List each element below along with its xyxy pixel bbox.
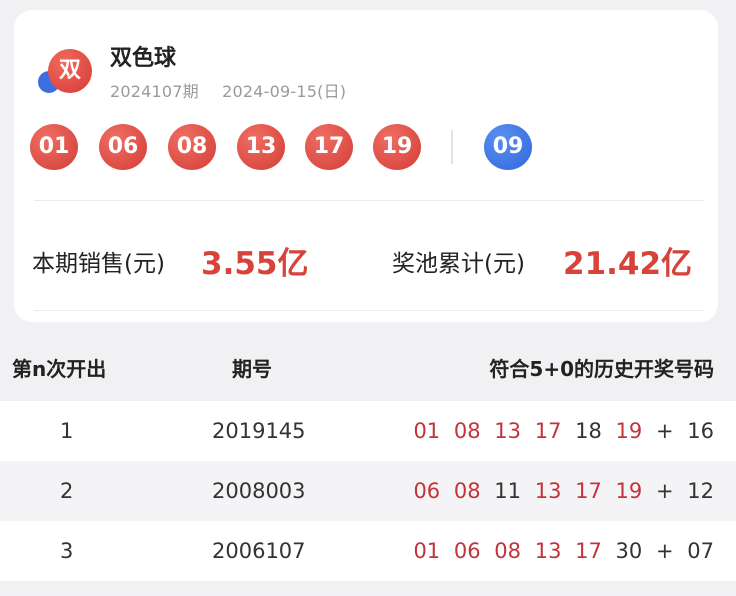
history-red-number: 08 bbox=[494, 539, 522, 563]
cell-issue: 2008003 bbox=[212, 479, 306, 503]
table-header: 第n次开出 期号 符合5+0的历史开奖号码 bbox=[0, 340, 736, 398]
history-red-number: 19 bbox=[615, 419, 643, 443]
history-blue-number: 12 bbox=[687, 479, 714, 503]
plus-sign: + bbox=[655, 479, 674, 503]
header-issue: 期号 bbox=[232, 357, 272, 381]
header-occurrence: 第n次开出 bbox=[12, 357, 107, 381]
section-divider bbox=[34, 200, 704, 201]
history-red-number: 13 bbox=[534, 479, 562, 503]
history-red-number: 13 bbox=[534, 539, 562, 563]
pool-value: 21.42亿 bbox=[563, 246, 693, 282]
history-red-number: 08 bbox=[453, 419, 481, 443]
plus-sign: + bbox=[655, 539, 674, 563]
history-red-number: 13 bbox=[494, 419, 522, 443]
red-ball: 19 bbox=[373, 124, 421, 170]
history-red-number: 08 bbox=[453, 479, 481, 503]
lottery-logo: 双 bbox=[38, 49, 98, 95]
history-red-number: 19 bbox=[615, 479, 643, 503]
table-row: 1 2019145 01 08 13 17 18 19 + 16 bbox=[0, 401, 736, 461]
lottery-subtitle: 2024107期 2024-09-15(日) bbox=[110, 78, 364, 102]
history-red-number: 17 bbox=[575, 539, 602, 563]
history-red-number: 17 bbox=[534, 419, 562, 443]
history-red-number: 06 bbox=[413, 479, 441, 503]
logo-red-ball: 双 bbox=[48, 49, 92, 93]
cell-issue: 2019145 bbox=[212, 419, 306, 443]
blue-ball: 09 bbox=[484, 124, 532, 170]
history-blue-number: 16 bbox=[687, 419, 714, 443]
table-row: 3 2006107 01 06 08 13 17 30 + 07 bbox=[0, 521, 736, 581]
cell-occurrence: 3 bbox=[60, 539, 74, 563]
history-red-number: 17 bbox=[575, 479, 602, 503]
red-ball: 06 bbox=[99, 124, 147, 170]
cell-occurrence: 1 bbox=[60, 419, 74, 443]
red-ball: 08 bbox=[168, 124, 216, 170]
red-ball: 13 bbox=[237, 124, 285, 170]
history-blue-number: 07 bbox=[687, 539, 714, 563]
lottery-title: 双色球 bbox=[110, 46, 177, 71]
table-row: 2 2008003 06 08 11 13 17 19 + 12 bbox=[0, 461, 736, 521]
red-ball: 01 bbox=[30, 124, 78, 170]
header-numbers: 符合5+0的历史开奖号码 bbox=[489, 357, 714, 381]
history-red-number: 11 bbox=[494, 479, 522, 503]
cell-numbers: 01 08 13 17 18 19 + 16 bbox=[406, 401, 714, 461]
cell-numbers: 01 06 08 13 17 30 + 07 bbox=[406, 521, 714, 581]
sales-label: 本期销售(元) bbox=[32, 251, 165, 277]
draw-date: 2024-09-15(日) bbox=[222, 82, 347, 101]
history-red-number: 01 bbox=[413, 539, 441, 563]
history-red-number: 06 bbox=[453, 539, 481, 563]
pool-label: 奖池累计(元) bbox=[392, 251, 525, 277]
sales-value: 3.55亿 bbox=[201, 246, 309, 282]
history-red-number: 01 bbox=[413, 419, 441, 443]
history-red-number: 18 bbox=[575, 419, 602, 443]
cell-issue: 2006107 bbox=[212, 539, 306, 563]
issue-number: 2024107期 bbox=[110, 82, 199, 101]
ball-divider bbox=[451, 130, 453, 164]
cell-numbers: 06 08 11 13 17 19 + 12 bbox=[406, 461, 714, 521]
section-divider bbox=[34, 310, 704, 311]
history-red-number: 30 bbox=[615, 539, 643, 563]
cell-occurrence: 2 bbox=[60, 479, 74, 503]
red-ball: 17 bbox=[305, 124, 353, 170]
plus-sign: + bbox=[655, 419, 674, 443]
